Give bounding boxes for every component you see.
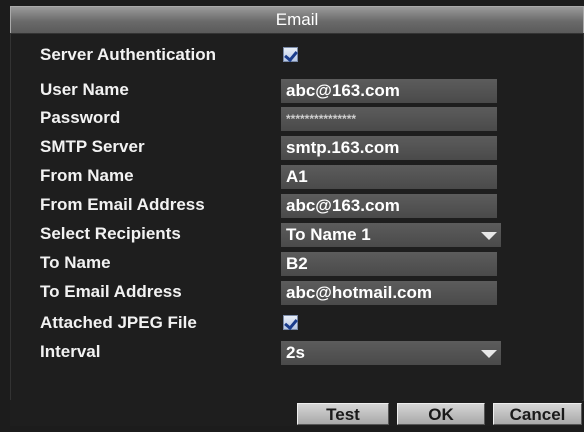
from-email-label: From Email Address	[40, 195, 205, 214]
smtp-server-label: SMTP Server	[40, 137, 145, 156]
row-from-name: From Name A1	[11, 163, 583, 190]
checkmark-icon	[284, 47, 298, 63]
to-email-field[interactable]: abc@hotmail.com	[281, 281, 497, 305]
row-smtp-server: SMTP Server smtp.163.com	[11, 134, 583, 161]
row-select-recipients: Select Recipients To Name 1	[11, 221, 583, 248]
ok-button[interactable]: OK	[397, 403, 485, 425]
user-name-field[interactable]: abc@163.com	[281, 79, 497, 103]
server-authentication-label: Server Authentication	[40, 45, 217, 64]
checkmark-icon	[284, 315, 298, 331]
to-name-label: To Name	[40, 253, 111, 272]
row-password: Password ***************	[11, 105, 583, 132]
row-attached-jpeg: Attached JPEG File	[11, 310, 583, 337]
from-name-label: From Name	[40, 166, 134, 185]
row-user-name: User Name abc@163.com	[11, 77, 583, 104]
password-field[interactable]: ***************	[281, 107, 497, 131]
test-button[interactable]: Test	[297, 403, 389, 425]
attached-jpeg-checkbox[interactable]	[283, 315, 298, 331]
dialog-title: Email	[10, 6, 584, 34]
user-name-label: User Name	[40, 80, 129, 99]
server-authentication-checkbox[interactable]	[283, 47, 298, 63]
cancel-button[interactable]: Cancel	[493, 403, 582, 425]
dropdown-arrow-icon	[481, 350, 497, 358]
select-recipients-label: Select Recipients	[40, 224, 181, 243]
interval-label: Interval	[40, 342, 101, 361]
select-recipients-dropdown[interactable]: To Name 1	[281, 223, 501, 247]
from-name-field[interactable]: A1	[281, 165, 497, 189]
from-email-field[interactable]: abc@163.com	[281, 194, 497, 218]
dropdown-arrow-icon	[481, 232, 497, 240]
to-email-label: To Email Address	[40, 282, 182, 301]
settings-panel: Server Authentication User Name abc@163.…	[10, 33, 584, 401]
row-to-name: To Name B2	[11, 250, 583, 277]
attached-jpeg-label: Attached JPEG File	[40, 313, 197, 332]
password-label: Password	[40, 108, 121, 127]
to-name-field[interactable]: B2	[281, 252, 497, 276]
smtp-server-field[interactable]: smtp.163.com	[281, 136, 497, 160]
row-interval: Interval 2s	[11, 339, 583, 366]
row-server-authentication: Server Authentication	[11, 42, 583, 69]
interval-dropdown[interactable]: 2s	[281, 341, 501, 365]
button-bar: Test OK Cancel	[10, 400, 582, 426]
row-from-email: From Email Address abc@163.com	[11, 192, 583, 219]
select-recipients-value: To Name 1	[286, 225, 371, 244]
interval-value: 2s	[286, 343, 305, 362]
row-to-email: To Email Address abc@hotmail.com	[11, 279, 583, 306]
email-dialog: Email Server Authentication User Name ab…	[0, 0, 584, 432]
